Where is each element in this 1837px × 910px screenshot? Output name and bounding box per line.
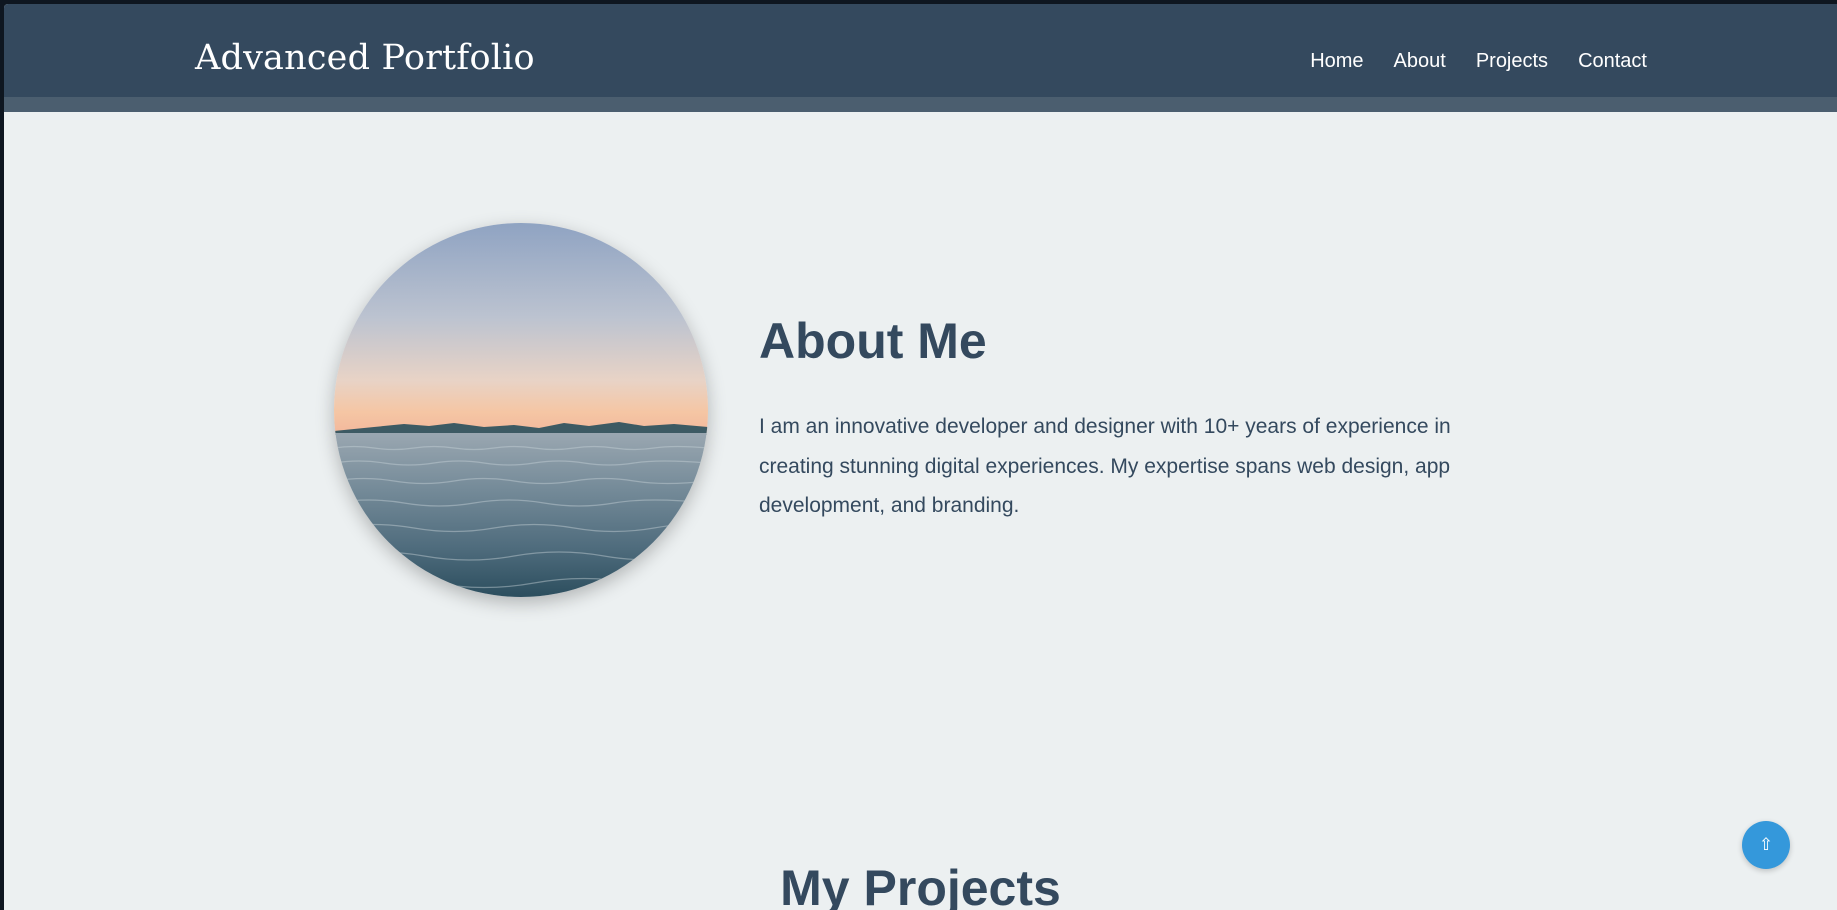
site-header: Advanced Portfolio Home About Projects C… — [4, 4, 1837, 97]
nav-home[interactable]: Home — [1310, 50, 1363, 73]
profile-image — [334, 223, 708, 597]
projects-title: My Projects — [780, 860, 1061, 910]
nav-about[interactable]: About — [1394, 50, 1446, 73]
header-divider — [4, 97, 1837, 112]
arrow-up-icon: ⇧ — [1758, 835, 1774, 854]
about-description: I am an innovative developer and designe… — [759, 415, 1451, 517]
nav-projects[interactable]: Projects — [1476, 50, 1548, 73]
about-title: About Me — [759, 313, 987, 369]
site-logo[interactable]: Advanced Portfolio — [195, 38, 535, 78]
page: Advanced Portfolio Home About Projects C… — [4, 4, 1837, 910]
back-to-top-button[interactable]: ⇧ — [1742, 821, 1790, 869]
seascape-image — [334, 223, 708, 597]
nav-contact[interactable]: Contact — [1578, 50, 1647, 73]
main-nav: Home About Projects Contact — [1310, 50, 1647, 73]
